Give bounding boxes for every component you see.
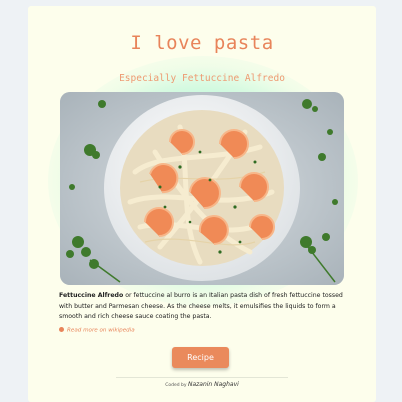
- recipe-button[interactable]: Recipe: [172, 347, 229, 368]
- main-card: I love pasta Especially Fettuccine Alfre…: [28, 6, 376, 402]
- author-link[interactable]: Nazanin Naghavi: [188, 381, 239, 388]
- dish-description: Fettuccine Alfredo or fettuccine al burr…: [59, 291, 349, 323]
- pasta-photo: [60, 92, 344, 285]
- link-bullet-icon: [59, 327, 64, 332]
- wikipedia-link-label: Read more on wikipedia: [67, 327, 135, 334]
- page-subtitle: Especially Fettuccine Alfredo: [119, 73, 285, 84]
- page-title: I love pasta: [130, 32, 274, 54]
- wikipedia-link[interactable]: Read more on wikipedia: [59, 327, 135, 334]
- dish-name: Fettuccine Alfredo: [59, 292, 124, 299]
- coded-by-label: Coded by: [165, 383, 187, 388]
- footer-divider: [116, 377, 288, 378]
- footer-credit: Coded by Nazanin Naghavi: [28, 381, 376, 388]
